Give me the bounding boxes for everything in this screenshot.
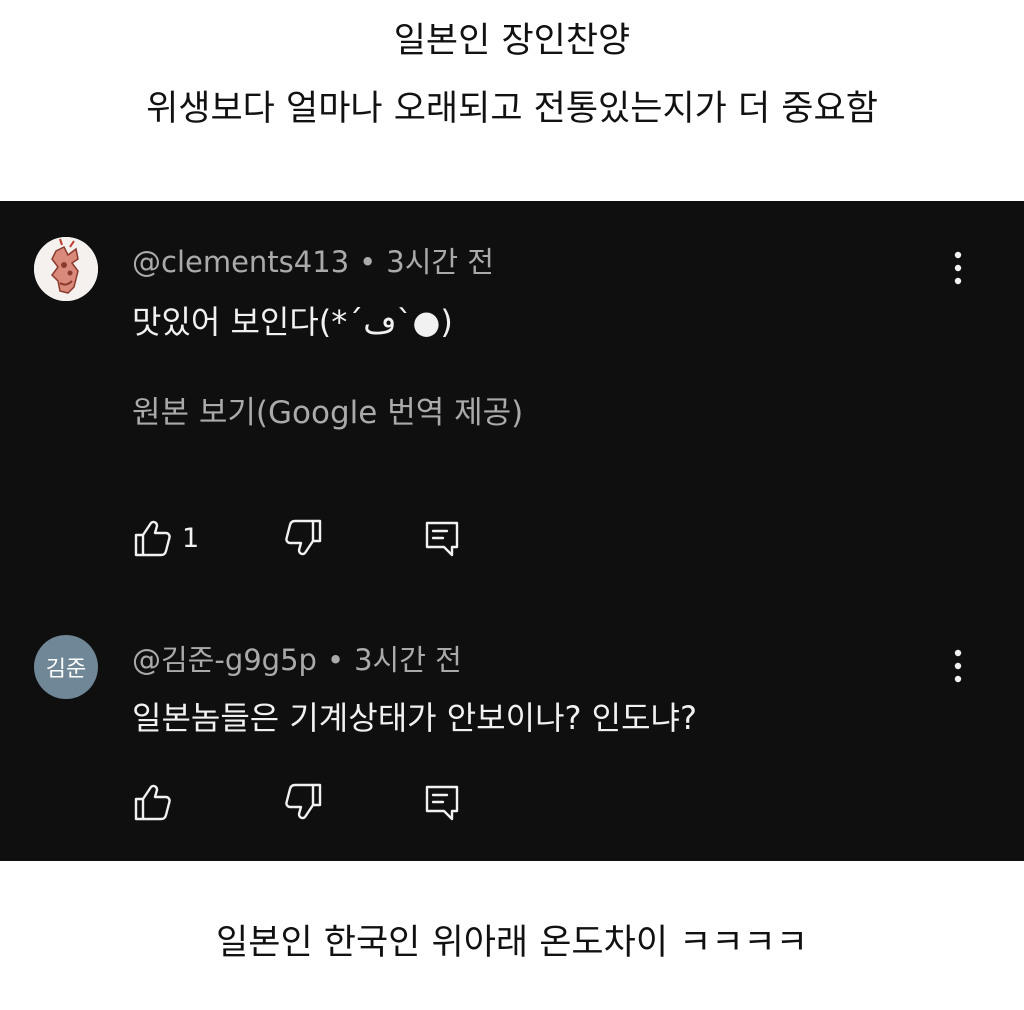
comment-actions: 1	[132, 516, 532, 560]
like-count: 1	[182, 522, 200, 554]
more-options-button[interactable]	[944, 248, 972, 288]
comment-text: 맛있어 보인다(*´ڡ`●)	[132, 303, 453, 341]
comment-text: 일본놈들은 기계상태가 안보이나? 인도냐?	[132, 699, 697, 737]
avatar-initials: 김준	[45, 657, 87, 682]
comment-meta: @clements413 • 3시간 전	[132, 239, 494, 281]
meta-separator: •	[326, 643, 345, 677]
reply-button[interactable]	[422, 780, 462, 824]
reply-button[interactable]	[422, 516, 462, 560]
kebab-menu-icon	[954, 649, 962, 683]
comment-actions	[132, 780, 532, 824]
like-button[interactable]: 1	[132, 516, 199, 560]
reply-comment-icon	[425, 521, 459, 557]
comment-time: 3시간 전	[386, 245, 494, 279]
thumbs-down-icon	[285, 783, 322, 820]
thumbs-up-icon	[134, 784, 171, 821]
reply-comment-icon	[425, 785, 459, 821]
meta-separator: •	[359, 245, 377, 279]
comment-time: 3시간 전	[354, 643, 462, 677]
dislike-button[interactable]	[284, 516, 324, 560]
caption-top-line-2: 위생보다 얼마나 오래되고 전통있는지가 더 중요함	[146, 89, 878, 129]
comments-panel: @clements413 • 3시간 전 맛있어 보인다(*´ڡ`●) 원본 보기(…	[0, 201, 1024, 861]
caption-top-line-1: 일본인 장인찬양	[393, 21, 631, 61]
comment-author[interactable]: @김준-g9g5p	[132, 643, 317, 677]
kebab-menu-icon	[954, 251, 962, 285]
more-options-button[interactable]	[944, 646, 972, 686]
dislike-button[interactable]	[284, 780, 324, 824]
thumbs-down-icon	[285, 519, 322, 556]
avatar[interactable]	[34, 237, 98, 301]
caption-bottom: 일본인 한국인 위아래 온도차이 ㅋㅋㅋㅋ	[216, 923, 808, 963]
cartoon-avatar-icon	[34, 237, 98, 301]
thumbs-up-icon	[134, 520, 171, 557]
comment-meta: @김준-g9g5p • 3시간 전	[132, 637, 462, 679]
comment-author[interactable]: @clements413	[132, 245, 349, 279]
like-button[interactable]	[132, 780, 172, 824]
avatar[interactable]: 김준	[34, 635, 98, 699]
see-original-link[interactable]: 원본 보기(Google 번역 제공)	[132, 387, 523, 432]
